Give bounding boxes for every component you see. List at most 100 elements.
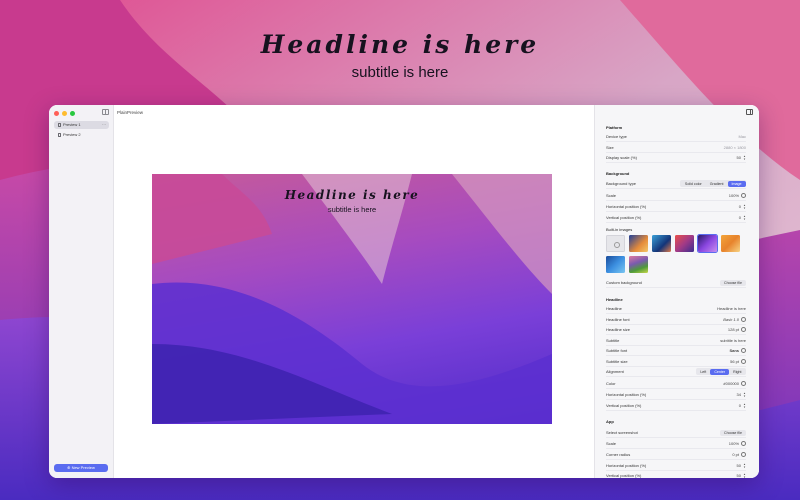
bg-type-gradient[interactable]: Gradient: [706, 181, 728, 187]
info-icon[interactable]: [741, 359, 746, 364]
align-left[interactable]: Left: [696, 369, 710, 375]
headline-font-row: Headline font Bash 1.0: [606, 315, 746, 325]
bg-scale-value[interactable]: 100%: [729, 193, 739, 198]
headline-font-value[interactable]: Bash 1.0: [723, 317, 739, 322]
corner-radius-value[interactable]: 0 pt: [732, 452, 739, 457]
info-icon[interactable]: [741, 193, 746, 198]
subtitle-input[interactable]: subtitle is here: [720, 338, 746, 343]
sidebar: Preview 1 ··· Preview 2 ⊕ New Preview: [49, 105, 114, 478]
bg-vpos-label: Vertical position (%): [606, 215, 642, 220]
image-thumbnail[interactable]: [652, 235, 671, 252]
info-icon[interactable]: [741, 317, 746, 322]
document-icon: [58, 123, 61, 127]
app-vpos-row: Vertical position (%) 50 ▴ ▾: [606, 471, 746, 479]
subtitle-size-value[interactable]: 56 pt: [730, 359, 739, 364]
color-value[interactable]: #000000: [723, 381, 739, 386]
headline-vpos-label: Vertical position (%): [606, 403, 642, 408]
headline-row: Headline Headline is here: [606, 304, 746, 314]
sidebar-item-preview-2[interactable]: Preview 2: [54, 131, 109, 139]
image-thumbnail[interactable]: [606, 256, 625, 273]
display-scale-value[interactable]: 50: [737, 155, 741, 160]
headline-vpos-value[interactable]: 0: [739, 403, 741, 408]
subtitle-label: Subtitle: [606, 338, 620, 343]
align-right[interactable]: Right: [729, 369, 745, 375]
device-type-value[interactable]: Mac: [738, 134, 746, 139]
choose-background-file-button[interactable]: Choose file: [720, 279, 746, 286]
subtitle-font-value[interactable]: Sans: [729, 348, 739, 353]
bg-hpos-stepper[interactable]: ▴ ▾: [743, 204, 746, 210]
headline-size-value[interactable]: 128 pt: [728, 327, 739, 332]
headline-vpos-row: Vertical position (%) 0 ▴ ▾: [606, 401, 746, 411]
bg-type-image[interactable]: Image: [727, 180, 746, 187]
info-icon[interactable]: [741, 327, 746, 332]
subtitle-font-label: Subtitle font: [606, 348, 628, 353]
info-icon[interactable]: [741, 452, 746, 457]
bg-vpos-stepper[interactable]: ▴ ▾: [743, 215, 746, 221]
app-scale-value[interactable]: 100%: [729, 441, 739, 446]
app-vpos-stepper[interactable]: ▴ ▾: [743, 473, 746, 479]
image-thumbnail[interactable]: [629, 235, 648, 252]
more-options-icon[interactable]: ···: [102, 121, 106, 129]
headline-vpos-stepper[interactable]: ▴ ▾: [743, 403, 746, 409]
sidebar-item-label: Preview 1: [63, 122, 81, 127]
builtin-images-label: Built-in images: [606, 227, 633, 232]
subtitle-size-label: Subtitle size: [606, 359, 628, 364]
image-thumbnail-selected[interactable]: [697, 234, 718, 253]
color-label: Color: [606, 381, 616, 386]
hero-headline: Headline is here: [260, 30, 540, 59]
app-hpos-row: Horizontal position (%) 50 ▴ ▾: [606, 461, 746, 471]
preview-canvas[interactable]: Headline is here subtitle is here: [152, 174, 552, 424]
bg-type-solid[interactable]: Solid color: [681, 181, 706, 187]
image-thumbnail[interactable]: [721, 235, 740, 252]
preview-headline: Headline is here: [284, 188, 420, 202]
app-hpos-value[interactable]: 50: [737, 463, 741, 468]
headline-label: Headline: [606, 306, 622, 311]
close-window-button[interactable]: [54, 111, 59, 116]
subtitle-font-row: Subtitle font Sans: [606, 346, 746, 356]
bg-hpos-value[interactable]: 0: [739, 204, 741, 209]
bg-hpos-row: Horizontal position (%) 0 ▴ ▾: [606, 202, 746, 212]
bg-scale-row: Scale 100%: [606, 191, 746, 201]
section-headline: Headline: [606, 297, 623, 302]
select-screenshot-label: Select screenshot: [606, 430, 638, 435]
info-icon[interactable]: [741, 381, 746, 386]
sidebar-toggle-icon[interactable]: [102, 109, 109, 115]
builtin-images-grid: [606, 234, 746, 273]
inspector-toggle-icon[interactable]: [746, 109, 753, 115]
subtitle-size-row: Subtitle size 56 pt: [606, 357, 746, 367]
headline-hpos-value[interactable]: 34: [737, 392, 741, 397]
subtitle-row: Subtitle subtitle is here: [606, 336, 746, 346]
image-thumbnail[interactable]: [629, 256, 648, 273]
window-title: PlainPreview: [117, 110, 144, 115]
window-controls: [54, 111, 75, 116]
image-thumbnail[interactable]: [675, 235, 694, 252]
background-type-label: Background type: [606, 181, 637, 186]
display-scale-label: Display scale (%): [606, 155, 637, 160]
minimize-window-button[interactable]: [62, 111, 67, 116]
zoom-window-button[interactable]: [70, 111, 75, 116]
bg-vpos-value[interactable]: 0: [739, 215, 741, 220]
headline-input[interactable]: Headline is here: [717, 306, 746, 311]
choose-screenshot-file-button[interactable]: Choose file: [720, 429, 746, 436]
new-preview-button[interactable]: ⊕ New Preview: [54, 464, 108, 472]
headline-hpos-label: Horizontal position (%): [606, 392, 647, 397]
section-platform: Platform: [606, 125, 623, 130]
info-icon[interactable]: [741, 441, 746, 446]
headline-size-row: Headline size 128 pt: [606, 325, 746, 335]
app-window: Preview 1 ··· Preview 2 ⊕ New Preview Pl…: [49, 105, 759, 478]
size-value: 2880 × 1800: [723, 145, 746, 150]
align-center[interactable]: Center: [710, 368, 730, 375]
headline-hpos-row: Horizontal position (%) 34 ▴ ▾: [606, 390, 746, 400]
display-scale-stepper[interactable]: ▴ ▾: [743, 155, 746, 161]
headline-hpos-stepper[interactable]: ▴ ▾: [743, 392, 746, 398]
no-image-thumbnail[interactable]: [606, 235, 625, 252]
hero-subtitle: subtitle is here: [351, 64, 449, 81]
app-vpos-value[interactable]: 50: [737, 473, 741, 478]
sidebar-item-preview-1[interactable]: Preview 1 ···: [54, 121, 109, 129]
color-row: Color #000000: [606, 379, 746, 389]
app-hpos-stepper[interactable]: ▴ ▾: [743, 463, 746, 469]
inspector-panel: Platform Device type Mac Size 2880 × 180…: [594, 105, 759, 478]
select-screenshot-row: Select screenshot Choose file: [606, 428, 746, 438]
info-icon[interactable]: [741, 348, 746, 353]
display-scale-row: Display scale (%) 50 ▴ ▾: [606, 153, 746, 163]
